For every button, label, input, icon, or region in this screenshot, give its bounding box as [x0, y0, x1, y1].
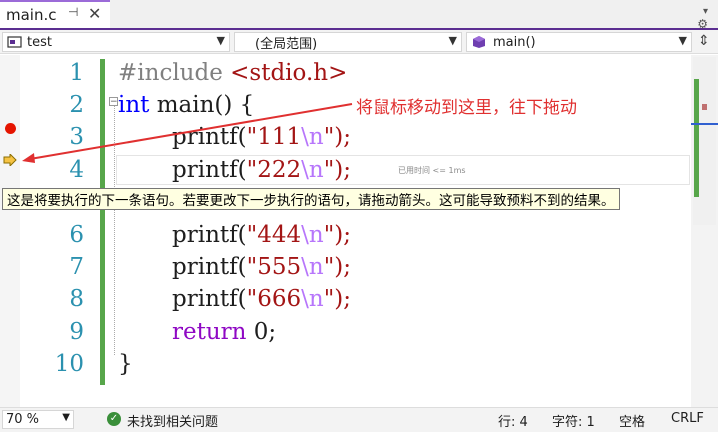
- caret-position-marker: [691, 123, 718, 125]
- code-editor[interactable]: 1 2 3 4 5 6 7 8 9 10 − #include <stdio.h…: [0, 55, 718, 407]
- close-icon[interactable]: ✕: [88, 4, 101, 23]
- vertical-scrollbar[interactable]: [691, 55, 718, 407]
- line-number: 3: [69, 124, 84, 150]
- line-number: 4: [69, 157, 84, 183]
- status-bar: 70 % ▼ ✓ 未找到相关问题 行: 4 字符: 1 空格 CRLF: [0, 407, 718, 432]
- navigation-bar: test ▼ (全局范围) ▼ main() ▼ ⇕: [0, 30, 718, 54]
- chevron-down-icon: ▼: [62, 412, 70, 423]
- collapse-toggle-icon[interactable]: −: [109, 97, 118, 107]
- code-line-1[interactable]: #include <stdio.h>: [118, 57, 347, 89]
- member-label: main(): [493, 34, 536, 50]
- tab-main-c[interactable]: main.c ⊣ ✕: [0, 0, 110, 28]
- scope-label: (全局范围): [255, 36, 318, 52]
- indicator-margin[interactable]: [0, 55, 20, 407]
- issues-status[interactable]: 未找到相关问题: [127, 411, 218, 430]
- line-ending-indicator[interactable]: CRLF: [671, 411, 704, 426]
- line-number: 6: [69, 222, 84, 248]
- outline-guide: [114, 101, 116, 355]
- scope-dropdown[interactable]: (全局范围) ▼: [234, 32, 462, 52]
- change-overview-marker: [694, 79, 699, 197]
- check-icon[interactable]: ✓: [107, 412, 121, 426]
- annotation-text: 将鼠标移动到这里，往下拖动: [356, 98, 577, 118]
- code-line-9[interactable]: return 0;: [172, 316, 276, 348]
- tab-bar: main.c ⊣ ✕ ▾ ⚙: [0, 0, 718, 31]
- execution-arrow-icon[interactable]: [3, 154, 17, 166]
- line-indicator[interactable]: 行: 4: [498, 411, 528, 430]
- tooltip: 这是将要执行的下一条语句。若要更改下一步执行的语句，请拖动箭头。这可能导致预料不…: [2, 188, 620, 210]
- breakpoint-icon[interactable]: [5, 123, 16, 134]
- gear-icon[interactable]: ⚙: [697, 17, 708, 31]
- tab-title: main.c: [6, 6, 57, 24]
- line-number: 1: [69, 60, 84, 86]
- line-number: 10: [54, 351, 84, 377]
- elapsed-time-hint: 已用时间 <= 1ms: [398, 166, 466, 175]
- change-tracking-bar: [100, 59, 105, 385]
- column-indicator[interactable]: 字符: 1: [552, 411, 595, 430]
- code-line-7[interactable]: printf("555\n");: [172, 251, 351, 283]
- code-line-2[interactable]: int main() {: [118, 89, 254, 121]
- pin-icon[interactable]: ⊣: [68, 5, 78, 19]
- indentation-indicator[interactable]: 空格: [619, 411, 645, 430]
- project-label: test: [27, 34, 52, 50]
- member-dropdown[interactable]: main() ▼: [466, 32, 692, 52]
- zoom-dropdown[interactable]: 70 % ▼: [2, 410, 74, 429]
- chevron-down-icon: ▼: [678, 34, 687, 47]
- split-editor-icon[interactable]: ⇕: [698, 33, 710, 49]
- tab-list-dropdown-icon[interactable]: ▾: [703, 6, 708, 17]
- code-line-4[interactable]: printf("222\n");: [172, 154, 351, 186]
- line-number: 8: [69, 286, 84, 312]
- code-line-3[interactable]: printf("111\n");: [172, 121, 351, 153]
- project-icon: [7, 36, 22, 48]
- code-line-10[interactable]: }: [118, 348, 133, 380]
- function-cube-icon: [473, 36, 485, 48]
- line-number: 9: [69, 319, 84, 345]
- project-dropdown[interactable]: test ▼: [2, 32, 230, 52]
- line-number: 7: [69, 254, 84, 280]
- breakpoint-overview-marker: [702, 104, 707, 110]
- code-line-6[interactable]: printf("444\n");: [172, 219, 351, 251]
- chevron-down-icon: ▼: [448, 34, 457, 47]
- zoom-level: 70 %: [6, 412, 40, 427]
- chevron-down-icon: ▼: [216, 34, 225, 47]
- line-number: 2: [69, 92, 84, 118]
- code-line-8[interactable]: printf("666\n");: [172, 283, 351, 315]
